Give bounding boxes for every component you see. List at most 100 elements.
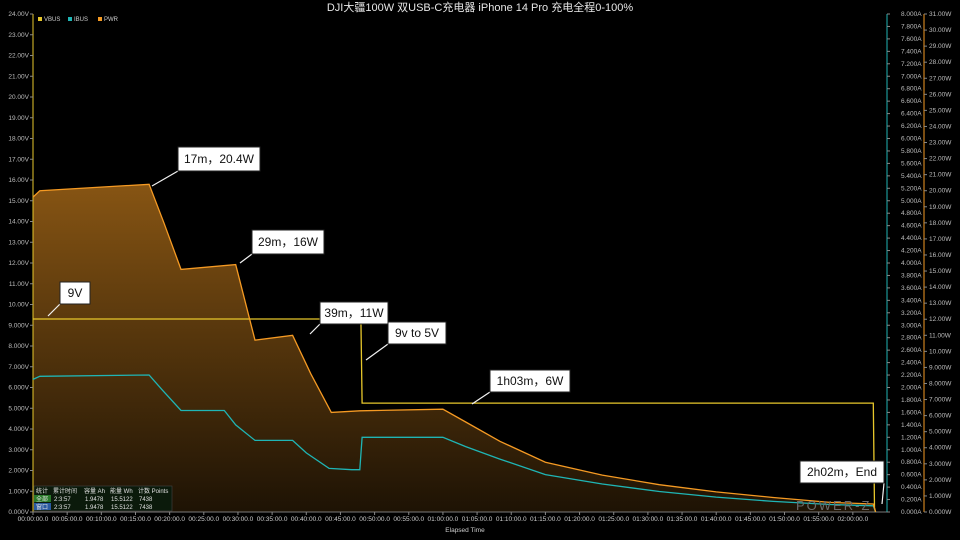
- x-tick-label: 01:10:00.0: [496, 516, 527, 523]
- legend: VBUS IBUS PWR: [38, 17, 119, 23]
- x-tick-label: 01:20:00.0: [564, 516, 595, 523]
- y-right-power-tick-label: 3.000W: [929, 461, 952, 468]
- annotation-callout: 39m，11W: [309, 301, 389, 335]
- table-cell: 2:3:57: [54, 497, 71, 503]
- annotation-text: 9v to 5V: [395, 326, 439, 340]
- x-tick-label: 01:45:00.0: [735, 516, 766, 523]
- y-left-tick-label: 24.00V: [8, 11, 29, 18]
- y-right-current-tick-label: 6.600A: [901, 98, 922, 105]
- annotation-text: 1h03m，6W: [497, 374, 564, 388]
- annotation-leader: [365, 343, 389, 361]
- x-tick-label: 00:30:00.0: [223, 516, 254, 523]
- y-right-power-tick-label: 7.000W: [929, 397, 952, 404]
- y-left-tick-label: 5.000V: [8, 405, 29, 412]
- y-left-tick-label: 11.00V: [9, 281, 30, 288]
- y-left-tick-label: 15.00V: [8, 198, 29, 205]
- y-left-tick-label: 19.00V: [8, 115, 29, 122]
- y-right-power-tick-label: 8.000W: [929, 380, 952, 387]
- y-right-current-tick-label: 6.800A: [901, 86, 922, 93]
- table-cell: 全部: [36, 495, 48, 503]
- legend-swatch-ibus: [68, 17, 72, 21]
- y-left-tick-label: 2.000V: [8, 468, 29, 475]
- y-right-power-tick-label: 28.00W: [929, 59, 952, 66]
- y-left-tick-label: 0.000V: [8, 509, 29, 516]
- x-tick-label: 00:50:00.0: [359, 516, 390, 523]
- y-left-tick-label: 1.000V: [8, 488, 29, 495]
- y-right-power-tick-label: 2.000W: [929, 477, 952, 484]
- power-area-fill: [33, 184, 876, 513]
- legend-swatch-pwr: [98, 17, 102, 21]
- y-right-power-tick-label: 9.000W: [929, 364, 952, 371]
- x-tick-label: 00:55:00.0: [393, 516, 424, 523]
- y-right-current-tick-label: 7.000A: [901, 73, 922, 80]
- y-right-current-tick-label: 2.200A: [901, 372, 922, 379]
- table-header: 统计: [36, 487, 48, 495]
- x-tick-label: 00:45:00.0: [325, 516, 356, 523]
- y-right-power-tick-label: 24.00W: [929, 123, 952, 130]
- annotation-leader: [881, 482, 885, 505]
- annotation-text: 2h02m，End: [807, 465, 877, 479]
- y-right-power-tick-label: 17.00W: [929, 236, 952, 243]
- y-right-current-tick-label: 1.200A: [901, 434, 922, 441]
- y-right-current-tick-label: 3.200A: [901, 310, 922, 317]
- y-right-current-tick-label: 5.200A: [901, 185, 922, 192]
- legend-label-vbus: VBUS: [44, 17, 60, 23]
- y-right-current-tick-label: 0.800A: [901, 459, 922, 466]
- annotation-text: 9V: [68, 286, 83, 300]
- annotation-callout: 1h03m，6W: [471, 369, 571, 405]
- x-tick-label: 01:50:00.0: [769, 516, 800, 523]
- y-left-tick-label: 7.000V: [8, 364, 29, 371]
- y-right-power-tick-label: 27.00W: [929, 75, 952, 82]
- y-left-tick-label: 21.00V: [8, 73, 29, 80]
- y-right-current-tick-label: 6.400A: [901, 111, 922, 118]
- y-right-power-tick-label: 19.00W: [929, 204, 952, 211]
- x-tick-label: 01:55:00.0: [803, 516, 834, 523]
- y-right-current-tick-label: 2.800A: [901, 335, 922, 342]
- legend-label-pwr: PWR: [104, 17, 119, 23]
- table-header: 容量 Ah: [84, 487, 105, 495]
- annotation-leader: [309, 323, 321, 335]
- y-right-power-tick-label: 11.00W: [929, 332, 952, 339]
- y-right-current-tick-label: 3.000A: [901, 322, 922, 329]
- x-tick-label: 00:25:00.0: [188, 516, 219, 523]
- y-left-tick-label: 20.00V: [8, 94, 29, 101]
- y-right-current-tick-label: 6.200A: [901, 123, 922, 130]
- y-right-current-tick-label: 1.600A: [901, 409, 922, 416]
- table-header: 累计时间: [53, 487, 77, 495]
- annotation-text: 17m，20.4W: [184, 152, 255, 166]
- y-left-tick-label: 16.00V: [8, 177, 29, 184]
- y-left-tick-label: 14.00V: [8, 219, 29, 226]
- x-tick-label: 00:35:00.0: [257, 516, 288, 523]
- y-right-current-tick-label: 7.600A: [901, 36, 922, 43]
- y-left-tick-label: 23.00V: [8, 32, 29, 39]
- y-right-power-tick-label: 0.000W: [929, 509, 952, 516]
- y-left-tick-label: 8.000V: [8, 343, 29, 350]
- annotation-leader: [239, 253, 253, 264]
- y-right-current-tick-label: 0.200A: [901, 497, 922, 504]
- table-header: 计数 Points: [138, 487, 168, 495]
- y-right-power-tick-label: 26.00W: [929, 91, 952, 98]
- y-right-current-tick-label: 5.000A: [901, 198, 922, 205]
- x-tick-label: 00:40:00.0: [291, 516, 322, 523]
- y-right-current-tick-label: 0.600A: [901, 472, 922, 479]
- y-right-current-tick-label: 0.000A: [901, 509, 922, 516]
- y-right-power-tick-label: 13.00W: [929, 300, 952, 307]
- chart: DJI大疆100W 双USB-C充电器 iPhone 14 Pro 充电全程0-…: [8, 0, 952, 534]
- y-right-current-tick-label: 4.000A: [901, 260, 922, 267]
- y-right-power-tick-label: 23.00W: [929, 140, 952, 147]
- y-left-tick-label: 12.00V: [8, 260, 29, 267]
- x-tick-label: 01:05:00.0: [462, 516, 493, 523]
- y-right-power-tick-label: 21.00W: [929, 172, 952, 179]
- annotation-leader: [471, 391, 491, 405]
- table-cell: 1.9478: [85, 505, 104, 511]
- annotation-text: 29m，16W: [258, 235, 319, 249]
- y-left-tick-label: 13.00V: [8, 239, 29, 246]
- y-right-current-tick-label: 3.400A: [901, 297, 922, 304]
- y-right-power-tick-label: 22.00W: [929, 156, 952, 163]
- y-left-tick-label: 3.000V: [8, 447, 29, 454]
- annotation-callout: 17m，20.4W: [151, 146, 261, 187]
- x-tick-label: 00:10:00.0: [86, 516, 117, 523]
- x-tick-label: 00:00:00.0: [18, 516, 49, 523]
- y-right-current-tick-label: 4.200A: [901, 248, 922, 255]
- y-right-current-tick-label: 8.000A: [901, 11, 922, 18]
